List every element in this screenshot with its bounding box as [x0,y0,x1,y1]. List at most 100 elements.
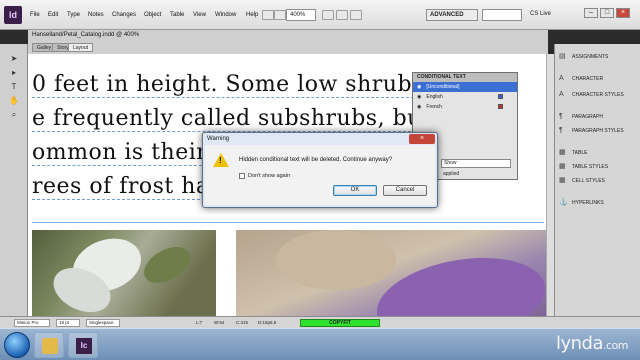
menu-table[interactable]: Table [170,12,184,18]
mini-bridge-button[interactable] [274,10,286,20]
panel-table-styles[interactable]: ▦ TABLE STYLES [559,160,639,174]
font-select[interactable]: Minion Pro [14,319,50,327]
arrange-documents-button[interactable] [350,10,362,20]
menu-changes[interactable]: Changes [112,12,136,18]
panel-label: CHARACTER STYLES [572,92,624,98]
lynda-watermark: lynda.com [555,333,629,354]
line-count: L:7 [196,320,203,325]
panel-cell-styles[interactable]: ▦ CELL STYLES [559,174,639,188]
taskbar-indesign[interactable]: Ic [68,332,98,358]
eye-icon[interactable]: ◉ [417,82,425,92]
panel-hyperlinks[interactable]: ⚓ HYPERLINKS [559,196,639,210]
view-options-button[interactable] [322,10,334,20]
selection-tool-icon[interactable]: ➤ [8,54,20,64]
dialog-message: Hidden conditional text will be deleted.… [239,157,393,163]
condition-row-english[interactable]: ◉ English [413,92,517,102]
hyperlinks-icon: ⚓ [559,199,568,206]
panel-paragraph-styles[interactable]: ¶ PARAGRAPH STYLES [559,124,639,138]
indesign-app-icon[interactable]: Id [4,6,22,24]
menu-type[interactable]: Type [67,12,80,18]
menu-window[interactable]: Window [215,12,236,18]
watermark-suffix: .com [603,339,629,352]
show-options-select[interactable]: Show [441,159,511,168]
panel-assignments[interactable]: ▤ ASSIGNMENTS [559,50,639,64]
panel-dock: ▤ ASSIGNMENTS A CHARACTER A CHARACTER STYLE… [554,44,640,316]
document-title[interactable]: Hanselland/Petal_Catalog.indd @ 400% [32,32,139,38]
menu-notes[interactable]: Notes [88,12,104,18]
minimize-button[interactable]: – [584,8,598,18]
hand-tool-icon[interactable]: ✋ [8,96,20,106]
panel-label: HYPERLINKS [572,200,604,206]
text-line[interactable]: rees of frost ha [32,174,210,200]
flower-photo-right[interactable] [236,230,546,316]
paragraph-icon: ¶ [559,113,563,120]
eye-icon[interactable]: ◉ [417,92,425,102]
panel-label: PARAGRAPH STYLES [572,128,624,134]
maximize-button[interactable]: □ [600,8,614,18]
text-line[interactable]: 0 feet in height. Some low shrubs [32,72,424,98]
tab-layout[interactable]: Layout [68,43,94,52]
font-size-select[interactable]: 18 pt [56,319,80,327]
document-tab-bar: Hanselland/Petal_Catalog.indd @ 400% Gal… [28,30,548,54]
screen-mode-button[interactable] [336,10,348,20]
panel-character[interactable]: A CHARACTER [559,72,639,86]
word-count: W:54 [214,320,225,325]
copyfit-bar: COPYFIT [300,319,380,327]
watermark-text: lynda [555,333,604,354]
cs-live-button[interactable]: CS Live [530,11,551,17]
applied-label: applied [443,171,460,177]
zoom-tool-icon[interactable]: ⌕ [8,110,20,120]
close-button[interactable]: × [616,8,630,18]
dialog-close-button[interactable]: × [409,134,435,144]
text-line[interactable]: ommon is their [32,140,208,166]
direct-selection-tool-icon[interactable]: ▸ [8,68,20,78]
panel-paragraph[interactable]: ¶ PARAGRAPH [559,110,639,124]
exclamation-icon: ! [219,156,222,165]
panel-label: TABLE STYLES [572,164,609,170]
zoom-level-field[interactable]: 400% [286,9,316,21]
flower-photo-left[interactable] [32,230,216,316]
workspace-switcher[interactable]: ADVANCED [426,9,478,21]
assignments-icon: ▤ [559,53,566,60]
dialog-body: ! Hidden conditional text will be delete… [205,145,435,205]
menu-edit[interactable]: Edit [48,12,58,18]
windows-taskbar: Ic lynda.com [0,328,640,360]
table-icon: ▦ [559,149,566,156]
folder-icon [42,338,58,354]
menu-file[interactable]: File [30,12,40,18]
line-spacing-select[interactable]: Singlespace [86,319,120,327]
paragraph-styles-icon: ¶ [559,127,563,134]
start-button[interactable] [4,332,30,358]
tools-panel: ➤ ▸ T ✋ ⌕ [0,44,28,316]
depth-value: D:16p6.5 [258,320,277,325]
dialog-title[interactable]: Warning [203,133,437,145]
checkbox-label[interactable]: Don't show again [248,173,290,179]
char-count: C:315 [236,320,249,325]
dont-show-again-checkbox[interactable] [239,173,245,179]
eye-icon[interactable]: ◉ [417,102,425,112]
panel-label: ASSIGNMENTS [572,54,609,60]
panel-table[interactable]: ▦ TABLE [559,146,639,160]
menu-object[interactable]: Object [144,12,161,18]
condition-row-unconditional[interactable]: ◉ [Unconditional] [413,82,517,92]
panel-label: CELL STYLES [572,178,605,184]
panel-label: PARAGRAPH [572,114,604,120]
taskbar-explorer[interactable] [34,332,64,358]
table-styles-icon: ▦ [559,163,566,170]
menu-bar: Id File Edit Type Notes Changes Object T… [0,0,640,30]
condition-label: French [426,104,442,110]
condition-row-french[interactable]: ◉ French [413,102,517,112]
text-line[interactable]: e frequently called subshrubs, but [32,106,432,132]
search-input[interactable] [482,9,522,21]
type-tool-icon[interactable]: T [8,82,20,92]
menu-help[interactable]: Help [246,12,258,18]
cancel-button[interactable]: Cancel [383,185,427,196]
menu-view[interactable]: View [193,12,206,18]
panel-title[interactable]: CONDITIONAL TEXT [413,73,517,82]
vertical-scrollbar[interactable] [546,54,554,316]
condition-color-swatch [498,104,503,109]
bridge-button[interactable] [262,10,274,20]
ok-button[interactable]: OK [333,185,377,196]
panel-character-styles[interactable]: A CHARACTER STYLES [559,88,639,102]
margin-guide [32,222,544,223]
